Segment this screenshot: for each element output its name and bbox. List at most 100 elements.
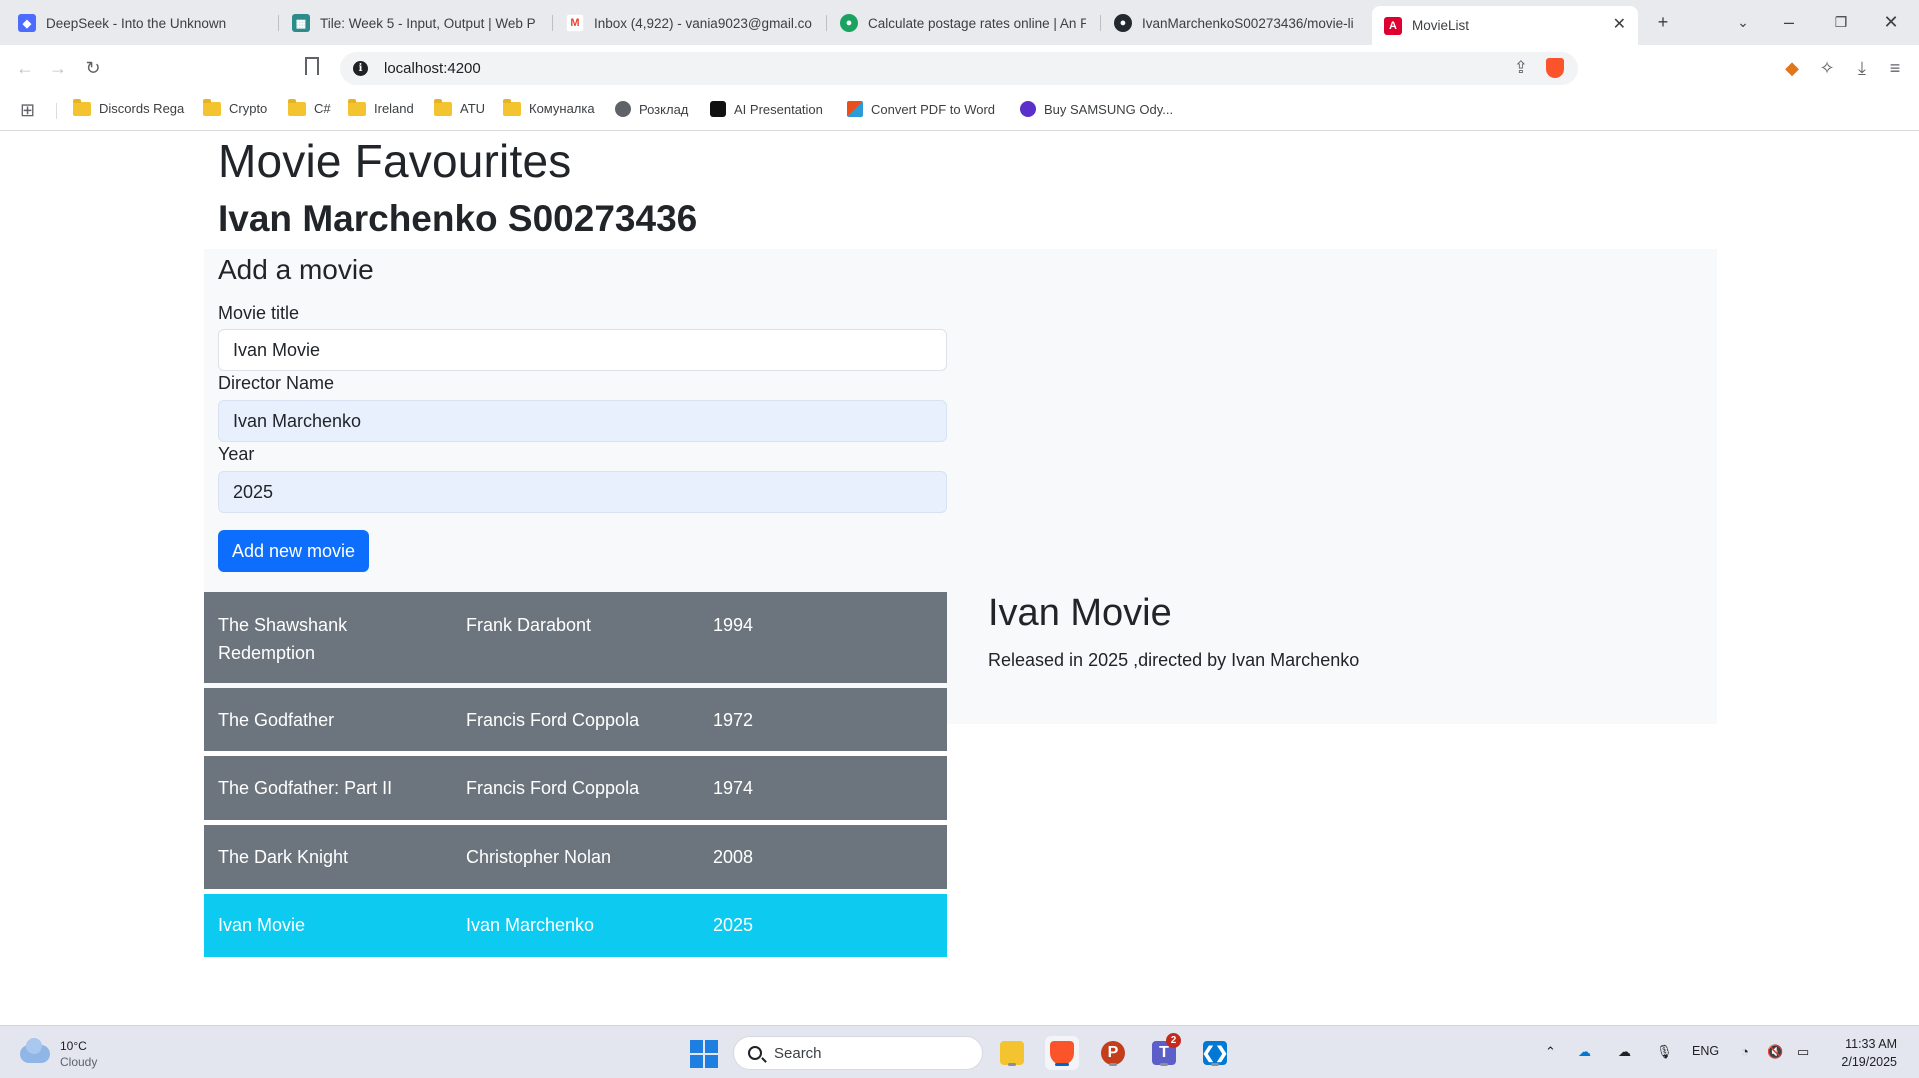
bookmark-item[interactable]: Розклад	[615, 101, 688, 117]
bookmark-item[interactable]: AI Presentation	[710, 101, 823, 117]
vscode-app[interactable]: ❮❯	[1198, 1036, 1232, 1070]
movie-title-input[interactable]	[218, 329, 947, 371]
new-tab-button[interactable]: +	[1651, 10, 1675, 34]
movie-director: Ivan Marchenko	[466, 915, 595, 935]
close-window-icon[interactable]: ✕	[1879, 10, 1903, 34]
tab-title: DeepSeek - Into the Unknown	[46, 15, 227, 31]
ai-presentation-icon	[710, 101, 726, 117]
director-name-input[interactable]	[218, 400, 947, 442]
clock-time: 11:33 AM	[1845, 1037, 1897, 1051]
metamask-icon[interactable]: ◆	[1780, 56, 1804, 80]
notification-badge: 2	[1166, 1033, 1181, 1048]
close-tab-icon[interactable]: ✕	[1613, 14, 1626, 34]
tab-github[interactable]: ● IvanMarchenkoS00273436/movie-li	[1102, 6, 1370, 40]
powerpoint-app[interactable]: P	[1096, 1036, 1130, 1070]
bookmark-item[interactable]: Crypto	[203, 98, 267, 116]
bookmark-item[interactable]: ATU	[434, 98, 486, 116]
bookmark-label: Розклад	[639, 101, 689, 117]
forward-icon[interactable]: →	[46, 56, 70, 80]
add-new-movie-button[interactable]: Add new movie	[218, 530, 370, 572]
address-bar[interactable]: i localhost:4200 ⇪	[340, 52, 1578, 85]
anpost-icon: ●	[840, 14, 858, 32]
onedrive-icon[interactable]: ☁	[1578, 1044, 1591, 1060]
wifi-icon[interactable]: ◔	[1741, 1044, 1749, 1059]
show-hidden-icons-chevron-icon[interactable]: ⌃	[1545, 1044, 1556, 1060]
folder-icon	[73, 98, 91, 116]
movie-year: 1972	[713, 710, 754, 730]
taskbar-search[interactable]: Search	[733, 1036, 983, 1070]
bookmark-item[interactable]: Комуналка	[503, 98, 595, 116]
windows-start-icon[interactable]	[690, 1040, 718, 1068]
deepseek-icon: ◆	[18, 14, 36, 32]
bookmark-item[interactable]: Ireland	[348, 98, 414, 116]
movie-row-selected[interactable]: Ivan Movie Ivan Marchenko 2025	[204, 894, 947, 957]
tab-separator	[552, 15, 553, 31]
page-subtitle: Ivan Marchenko S00273436	[218, 198, 698, 239]
minimize-icon[interactable]: –	[1777, 10, 1801, 34]
folder-icon	[434, 98, 452, 116]
page-title: Movie Favourites	[218, 135, 572, 187]
restore-icon[interactable]: ❐	[1829, 10, 1853, 34]
bookmark-label: ATU	[460, 101, 486, 116]
brave-app[interactable]	[1045, 1036, 1079, 1070]
movie-row[interactable]: The Godfather: Part II Francis Ford Copp…	[204, 756, 947, 820]
menu-icon[interactable]: ≡	[1883, 56, 1907, 80]
apps-grid-icon[interactable]: ⊞	[20, 100, 35, 121]
movie-year: 1974	[713, 778, 754, 798]
folder-icon	[203, 98, 221, 116]
brave-shields-icon[interactable]	[1546, 58, 1564, 78]
clock-date: 2/19/2025	[1841, 1055, 1897, 1069]
pdf-converter-icon	[847, 101, 863, 117]
tab-deepseek[interactable]: ◆ DeepSeek - Into the Unknown	[6, 6, 276, 40]
tab-anpost[interactable]: ● Calculate postage rates online | An P	[828, 6, 1098, 40]
movie-row[interactable]: The Dark Knight Christopher Nolan 2008	[204, 825, 947, 889]
search-icon	[748, 1046, 762, 1060]
microphone-icon[interactable]: 🎙	[1656, 1044, 1673, 1060]
bookmark-item[interactable]: Buy SAMSUNG Ody...	[1020, 101, 1173, 117]
movie-title: Ivan Movie	[218, 915, 306, 935]
year-input[interactable]	[218, 471, 947, 513]
search-placeholder: Search	[774, 1044, 822, 1062]
movie-row[interactable]: The Godfather Francis Ford Coppola 1972	[204, 688, 947, 751]
tab-title: IvanMarchenkoS00273436/movie-li	[1142, 15, 1354, 31]
system-clock[interactable]: 11:33 AM 2/19/2025	[1841, 1035, 1897, 1071]
bookmark-page-icon[interactable]	[305, 57, 319, 75]
site-info-icon[interactable]: i	[353, 61, 368, 76]
teams-app[interactable]: T 2	[1147, 1033, 1181, 1070]
bookmark-label: C#	[314, 101, 331, 116]
weather-condition: Cloudy	[60, 1055, 98, 1069]
share-icon[interactable]: ⇪	[1514, 58, 1528, 78]
bookmark-label: Ireland	[374, 101, 414, 116]
volume-muted-icon[interactable]: 🔇	[1767, 1044, 1783, 1060]
battery-icon[interactable]: ▭	[1797, 1044, 1809, 1060]
bookmark-item[interactable]: Convert PDF to Word	[847, 101, 995, 117]
weather-temperature: 10°C	[60, 1039, 87, 1053]
movie-title: The Shawshank Redemption	[218, 615, 348, 663]
tab-search-chevron-icon[interactable]: ⌄	[1731, 10, 1755, 34]
download-icon[interactable]: ⤓	[1850, 56, 1874, 80]
movie-title: The Godfather	[218, 710, 335, 730]
tab-tile[interactable]: ▦ Tile: Week 5 - Input, Output | Web P	[280, 6, 550, 40]
file-explorer-icon	[1000, 1041, 1024, 1065]
extensions-icon[interactable]: ✧	[1815, 56, 1839, 80]
cloudy-weather-icon	[20, 1038, 50, 1063]
movie-director: Francis Ford Coppola	[466, 778, 640, 798]
tile-icon: ▦	[292, 14, 310, 32]
globe-icon	[615, 101, 631, 117]
bookmark-label: AI Presentation	[734, 101, 823, 117]
url-text[interactable]: localhost:4200	[384, 60, 481, 77]
bookmark-item[interactable]: Discords Rega	[73, 98, 184, 116]
movie-director: Christopher Nolan	[466, 847, 612, 867]
back-icon[interactable]: ←	[13, 56, 37, 80]
cloud-sync-icon[interactable]: ☁	[1618, 1044, 1631, 1060]
weather-widget[interactable]: 10°C Cloudy	[20, 1038, 97, 1070]
bookmark-item[interactable]: C#	[288, 98, 331, 116]
reload-icon[interactable]: ↻	[81, 56, 105, 80]
file-explorer-app[interactable]	[995, 1036, 1029, 1070]
tab-gmail[interactable]: M Inbox (4,922) - vania9023@gmail.co	[554, 6, 824, 40]
tab-movielist[interactable]: A MovieList ✕	[1372, 6, 1638, 45]
language-indicator[interactable]: ENG	[1692, 1044, 1719, 1058]
movie-title: The Dark Knight	[218, 847, 349, 867]
movie-row[interactable]: The Shawshank Redemption Frank Darabont …	[204, 592, 947, 683]
gmail-icon: M	[566, 14, 584, 32]
